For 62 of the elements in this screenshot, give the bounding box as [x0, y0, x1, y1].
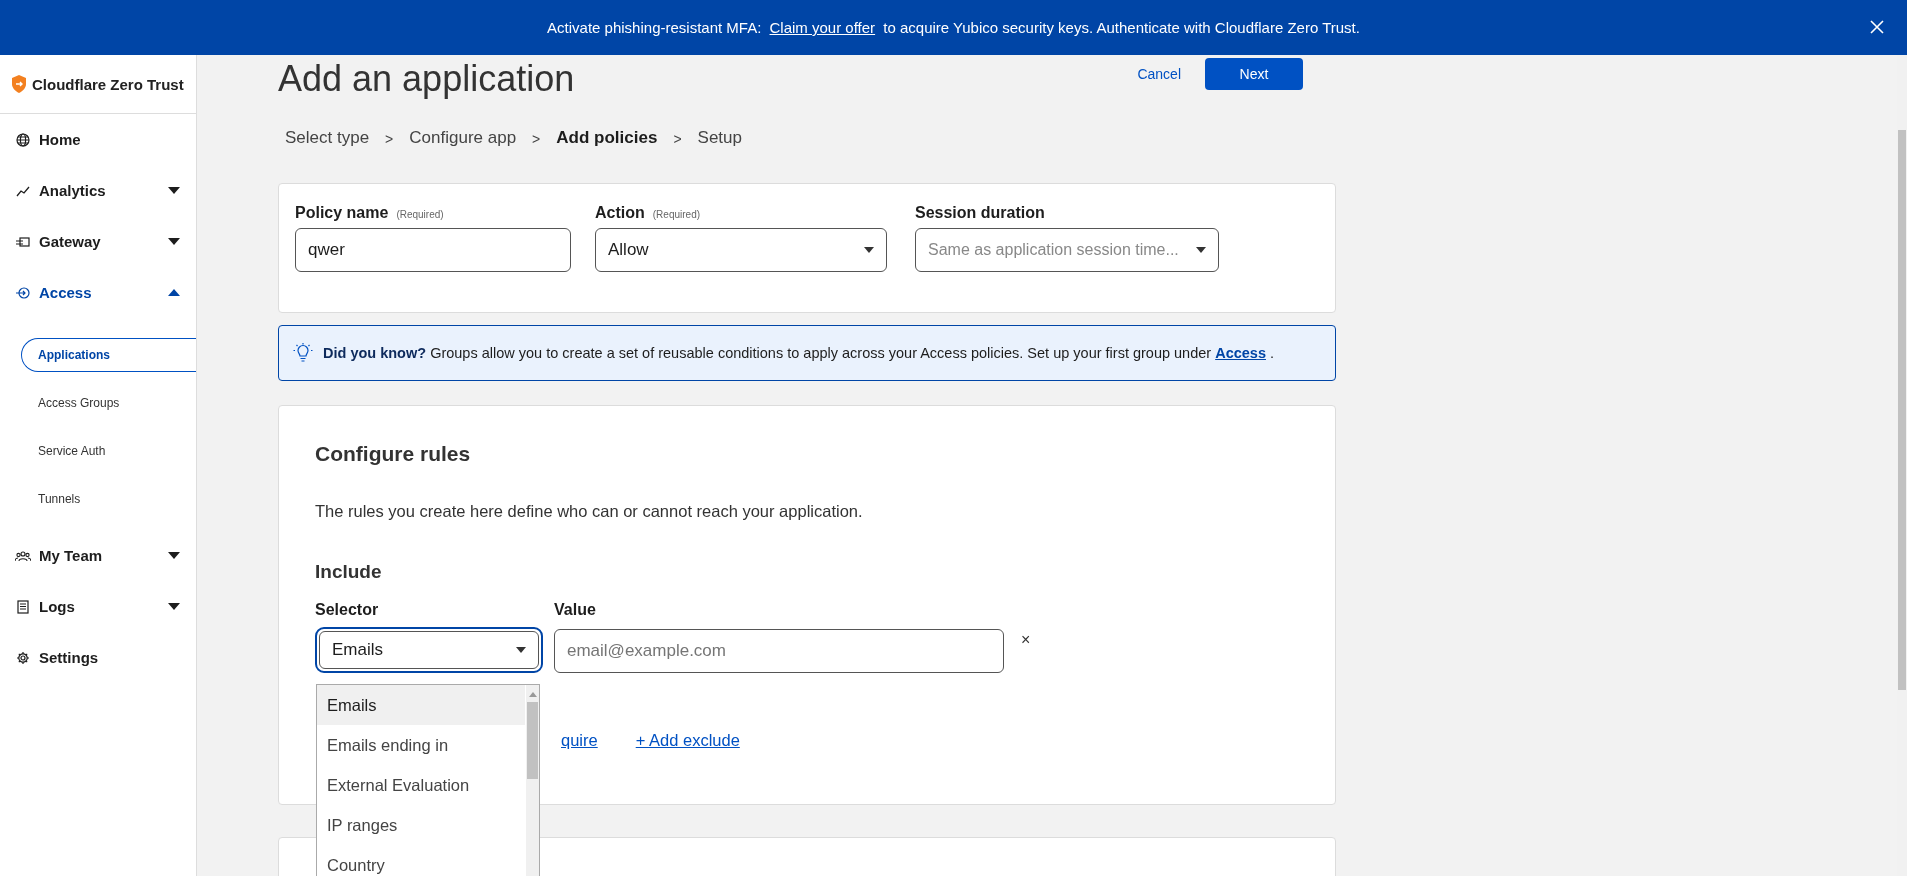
- nav-item[interactable]: Access: [0, 267, 196, 318]
- globe-icon: [15, 132, 31, 147]
- required-note: (Required): [652, 209, 701, 220]
- step-separator: >: [532, 130, 541, 149]
- nav-subitem[interactable]: Access Groups: [21, 386, 196, 420]
- scroll-up-icon[interactable]: [528, 692, 537, 697]
- cancel-link[interactable]: Cancel: [1137, 66, 1181, 82]
- lightbulb-icon: [293, 343, 313, 363]
- policy-name-field[interactable]: qwer: [295, 228, 571, 272]
- select-field[interactable]: Same as application session time...: [915, 228, 1219, 272]
- caret-icon: [1196, 247, 1206, 253]
- nav-subitem[interactable]: Tunnels: [21, 482, 196, 516]
- nav-item[interactable]: Logs: [0, 581, 196, 632]
- tip-text: Did you know? Groups allow you to create a set of reusable conditions to apply across your Access policies. Set up your first group under Access .: [323, 345, 1275, 361]
- access-link[interactable]: Access: [1215, 345, 1266, 361]
- value-label: Value: [554, 601, 597, 620]
- nav-subitem[interactable]: Service Auth: [21, 434, 196, 468]
- brand-name: Cloudflare Zero Trust: [32, 75, 184, 93]
- value-field[interactable]: email@example.com: [554, 629, 1004, 673]
- caret-icon: [516, 647, 526, 653]
- dropdown-option[interactable]: External Evaluation: [317, 765, 525, 805]
- nav-item[interactable]: Gateway: [0, 216, 196, 267]
- shield-logo-icon: [12, 75, 26, 93]
- required-note: (Required): [396, 209, 444, 220]
- field-label: Session duration: [915, 204, 1045, 222]
- field-label: Policy name: [295, 204, 389, 222]
- step-separator: >: [385, 130, 394, 149]
- next-button[interactable]: Next: [1205, 58, 1303, 90]
- add-rule-link[interactable]: quire: [561, 731, 598, 750]
- document-icon: [15, 599, 31, 614]
- field-label: Action: [595, 204, 645, 222]
- caret-icon: [864, 247, 874, 253]
- remove-button[interactable]: ×: [1015, 631, 1037, 649]
- nav-item[interactable]: Settings: [0, 632, 196, 683]
- nav-item[interactable]: Home: [0, 114, 196, 165]
- sign-in-icon: [15, 285, 31, 300]
- add-rule-link[interactable]: + Add exclude: [635, 731, 740, 750]
- section-title: Configure rules: [315, 442, 472, 466]
- dropdown-option[interactable]: IP ranges: [317, 805, 525, 845]
- include-heading: Include: [315, 561, 383, 583]
- scrollbar[interactable]: [526, 685, 539, 876]
- page-title: Add an application: [278, 58, 575, 100]
- settings-icon: [15, 650, 31, 665]
- step-label: Select type: [285, 128, 370, 149]
- claim-offer-link[interactable]: Claim your offer: [769, 19, 876, 36]
- gateway-icon: [15, 234, 31, 249]
- selector-label: Selector: [315, 601, 380, 620]
- dropdown-option[interactable]: Emails: [317, 685, 525, 725]
- dropdown-option[interactable]: Country: [317, 845, 525, 876]
- selector-dropdown[interactable]: Emails: [319, 631, 539, 669]
- step-label: Configure app: [409, 128, 517, 149]
- dropdown-option[interactable]: Emails ending in: [317, 725, 525, 765]
- team-icon: [15, 548, 31, 563]
- step-label: Setup: [697, 128, 742, 149]
- step-separator: >: [673, 130, 682, 149]
- section-description: The rules you create here define who can or cannot reach your application.: [315, 502, 864, 521]
- nav-item[interactable]: My Team: [0, 530, 196, 581]
- close-icon[interactable]: [1870, 20, 1884, 34]
- nav-item[interactable]: Analytics: [0, 165, 196, 216]
- banner-message: Activate phishing-resistant MFA: Claim your offer to acquire Yubico security keys. Authenticate with Cloudflare Zero Trust.: [547, 19, 1360, 36]
- select-field[interactable]: Allow: [595, 228, 887, 272]
- step-label: Add policies: [556, 128, 658, 149]
